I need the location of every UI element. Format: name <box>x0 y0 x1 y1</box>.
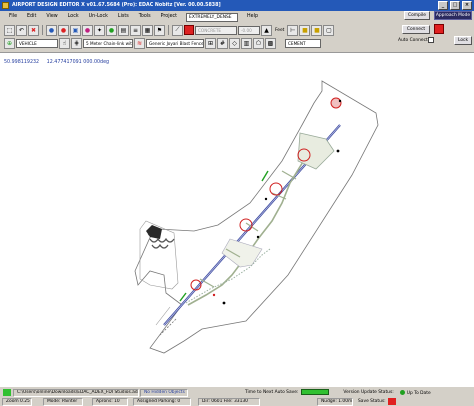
blast-fence-tool-icon[interactable]: ≋ <box>134 37 145 49</box>
ruler-tool-icon[interactable]: ⊢ <box>287 24 299 36</box>
menu-view[interactable]: View <box>41 11 62 23</box>
marker-circle <box>239 218 253 232</box>
menu-bar: File Edit View Lock Un-Lock Lists Tools … <box>0 11 400 23</box>
undo-icon[interactable]: ↶ <box>16 24 27 36</box>
node-tool-icon[interactable]: ✦ <box>94 24 105 36</box>
window-title: AIRPORT DESIGN EDITOR X v01.67.5684 (Pro… <box>12 3 221 8</box>
zoom-level: Zoom 0.25 <box>2 397 32 406</box>
menu-unlock[interactable]: Un-Lock <box>84 11 113 23</box>
menu-file[interactable]: File <box>4 11 22 23</box>
hidden-objects-status[interactable]: No Hidden Objects <box>140 388 188 397</box>
connection-status-indicator <box>434 24 444 34</box>
parking-tool-icon[interactable]: ● <box>82 24 93 36</box>
light-tool-icon[interactable]: ● <box>106 24 117 36</box>
approach-mode-button[interactable]: Approach Mode <box>434 11 472 20</box>
edge-tool-icon[interactable]: ▤ <box>118 24 129 36</box>
object-tool-icon[interactable]: ⊞ <box>205 37 216 49</box>
lock-button[interactable]: Lock <box>454 36 472 45</box>
surface-type-select[interactable]: CONCRETE <box>195 25 237 35</box>
status-bar-primary: C:\Users\online\Downloads\EDAC_ADEX_FDI … <box>0 388 474 397</box>
up-to-date-icon <box>399 389 405 395</box>
fence-type-select[interactable]: 5 Meter Chain-link with bar <box>83 38 133 48</box>
dir-file-info: Dir: 0601 File: 33130 <box>198 397 260 406</box>
windsock-tool-icon[interactable]: ⚑ <box>154 24 165 36</box>
density-mode-select[interactable]: EXTREMELY_DENSE <box>186 12 239 22</box>
copy-tool-icon[interactable]: ▢ <box>323 24 335 36</box>
version-status-label: Version Update Status: <box>343 390 394 395</box>
menu-tools[interactable]: Tools <box>134 11 156 23</box>
cursor-tool-icon[interactable]: ⬚ <box>4 24 15 36</box>
menu-lock[interactable]: Lock <box>63 11 84 23</box>
connect-button[interactable]: Connect <box>402 25 430 34</box>
ground-tool-icon[interactable]: ▩ <box>265 37 276 49</box>
map-canvas[interactable]: 50.998119232 12.477417091 000.00deg <box>0 52 474 387</box>
elevation-input[interactable]: -0.00 <box>238 25 260 35</box>
elevation-stepper-icon[interactable]: ▲ <box>261 24 272 36</box>
wall-tool-icon[interactable]: ▥ <box>241 37 252 49</box>
area-tool-icon[interactable]: ◇ <box>229 37 240 49</box>
curved-parking <box>149 237 175 243</box>
airport-boundary <box>134 80 379 354</box>
marking-tool-icon[interactable]: ≡ <box>130 24 141 36</box>
marker-circle <box>330 97 342 109</box>
auto-connect-label: Auto Connect <box>398 38 428 43</box>
vehicle-type-select[interactable]: VEHICLE <box>16 38 58 48</box>
flag-tool-icon[interactable]: ■ <box>311 24 323 36</box>
toolbar-secondary: ⊕ VEHICLE ☝ ⋕ 5 Meter Chain-link with ba… <box>0 37 398 49</box>
status-bar-secondary: Zoom 0.25 Mode: Painter Aprons: 10 Assig… <box>0 397 474 406</box>
runway-tool-icon[interactable]: ● <box>46 24 57 36</box>
taxiway-tool-icon[interactable]: ● <box>58 24 69 36</box>
autosave-label: Time to Next Auto Save: <box>245 390 299 395</box>
feet-label: Feet <box>275 27 285 33</box>
auto-connect-checkbox[interactable] <box>428 37 434 43</box>
split-tool-icon[interactable]: ⟋ <box>172 24 183 36</box>
green-indicator <box>261 170 269 182</box>
autosave-progress-bar <box>301 388 330 395</box>
save-status-label: Save Status: <box>358 399 386 404</box>
menu-help[interactable]: Help <box>242 11 263 23</box>
grid-tool-icon[interactable]: # <box>217 37 228 49</box>
marker-circle <box>269 182 283 196</box>
app-icon <box>2 2 9 9</box>
note-tool-icon[interactable]: ■ <box>299 24 311 36</box>
editor-mode: Mode: Painter <box>43 397 83 406</box>
nudge-value: Nudge: 1.00m <box>317 397 353 406</box>
up-to-date-label: Up To Date <box>406 390 431 396</box>
file-path: C:\Users\online\Downloads\EDAC_ADEX_FDI … <box>13 388 139 397</box>
menu-edit[interactable]: Edit <box>22 11 41 23</box>
compile-button[interactable]: Compile <box>404 11 430 20</box>
menu-lists[interactable]: Lists <box>113 11 134 23</box>
save-status-indicator <box>387 398 396 405</box>
toolbar-primary: ⬚ ↶ ✖ ● ● ▣ ● ✦ ● ▤ ≡ ▦ ⚑ ⟋ CONCRETE -0.… <box>0 23 398 37</box>
blast-fence-select[interactable]: Generic Joyari Blast Fence <box>146 38 204 48</box>
airport-layout-drawing <box>134 80 379 354</box>
fence-tool-icon[interactable]: ⋕ <box>71 37 82 49</box>
poly-tool-icon[interactable]: ⬠ <box>253 37 264 49</box>
stop-icon[interactable] <box>184 25 194 35</box>
assigned-parking-count: Assigned Parking: 0 <box>133 397 191 406</box>
sign-tool-icon[interactable]: ▦ <box>142 24 153 36</box>
delete-icon[interactable]: ✖ <box>28 24 39 36</box>
vehicle-toggle-icon[interactable]: ⊕ <box>4 37 15 49</box>
hand-tool-icon[interactable]: ☝ <box>59 37 70 49</box>
ground-texture-select[interactable]: CEMENT <box>285 38 321 48</box>
menu-project[interactable]: Project <box>156 11 182 23</box>
apron-tool-icon[interactable]: ▣ <box>70 24 81 36</box>
aprons-count: Aprons: 10 <box>92 397 128 406</box>
